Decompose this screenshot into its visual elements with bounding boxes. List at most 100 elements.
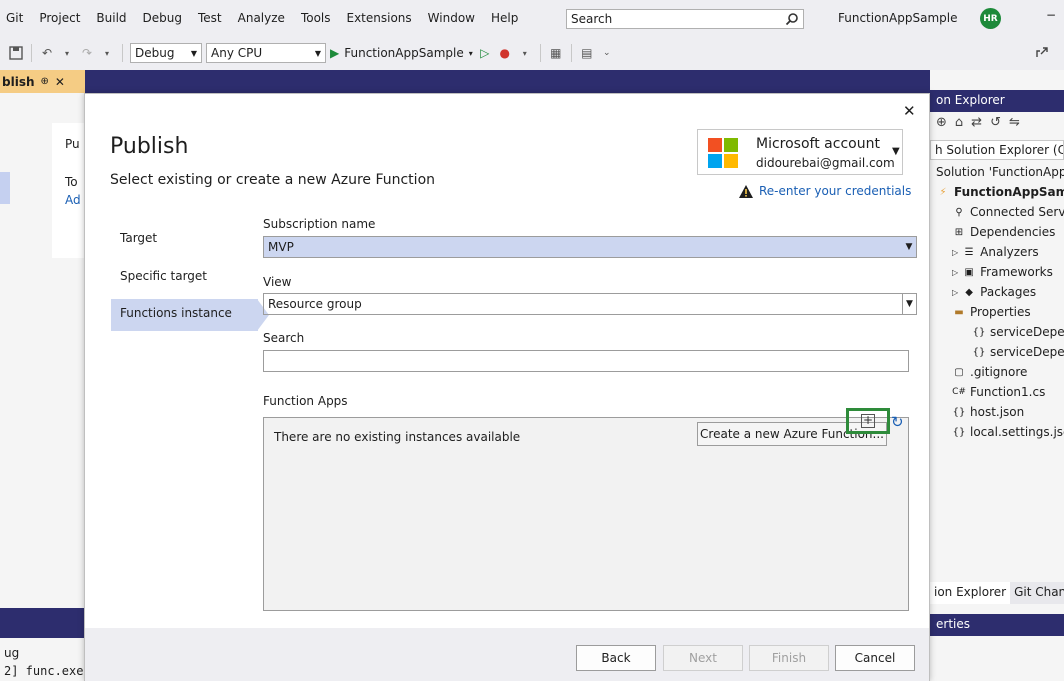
refresh-icon[interactable]: ↻	[891, 413, 904, 431]
menu-analyze[interactable]: Analyze	[230, 11, 293, 25]
tree-item-properties[interactable]: ▬ Properties	[952, 305, 1031, 319]
solution-name: FunctionAppSample	[838, 11, 958, 25]
menu-project[interactable]: Project	[31, 11, 88, 25]
solution-explorer-tabs: ion Explorer Git Chan	[930, 582, 1064, 604]
overflow-icon[interactable]: ⌄	[599, 45, 615, 61]
chevron-down-icon: ▼	[892, 146, 900, 157]
search-input[interactable]: Search	[566, 9, 804, 29]
tree-item-frameworks[interactable]: ▷ ▣ Frameworks	[952, 265, 1053, 279]
tree-item-file[interactable]: C# Function1.cs	[952, 385, 1045, 399]
tree-item-label: Solution 'FunctionApp	[936, 165, 1064, 179]
share-icon[interactable]	[1034, 44, 1050, 63]
expand-icon[interactable]: ▷	[952, 288, 958, 297]
redo-icon[interactable]: ↷	[79, 45, 95, 61]
search-icon	[785, 12, 799, 26]
tree-item-label: Analyzers	[980, 245, 1039, 259]
back-icon[interactable]: ⊕	[936, 115, 947, 130]
next-button[interactable]: Next	[663, 645, 743, 671]
output-line: 2] func.exe	[4, 664, 84, 678]
json-file-icon: {}	[952, 406, 966, 418]
nav-functions-instance[interactable]: Functions instance	[111, 299, 258, 331]
tree-item-packages[interactable]: ▷ ◆ Packages	[952, 285, 1036, 299]
tab-git-changes[interactable]: Git Chan	[1010, 582, 1064, 604]
dropdown-icon[interactable]: ▾	[99, 45, 115, 61]
toolbar-divider	[31, 44, 32, 62]
background-nav-accent	[0, 172, 10, 204]
history-icon[interactable]: ↺	[990, 115, 1001, 130]
tree-item-file[interactable]: {} serviceDeper	[972, 325, 1064, 339]
dropdown-icon[interactable]: ▾	[59, 45, 75, 61]
tree-item-file[interactable]: {} serviceDeper	[972, 345, 1064, 359]
tree-item-label: serviceDeper	[990, 345, 1064, 359]
cancel-button[interactable]: Cancel	[835, 645, 915, 671]
account-picker[interactable]: Microsoft account didourebai@gmail.com ▼	[697, 129, 903, 175]
tree-item-connected-services[interactable]: ⚲ Connected Serv	[952, 205, 1064, 219]
back-button[interactable]: Back	[576, 645, 656, 671]
tree-item-project[interactable]: ⚡ FunctionAppSamp	[936, 185, 1064, 199]
tree-item-file[interactable]: {} host.json	[952, 405, 1025, 419]
function-apps-label: Function Apps	[263, 394, 348, 408]
menu-window[interactable]: Window	[420, 11, 483, 25]
configuration-select[interactable]: Debug ▼	[130, 43, 202, 63]
tree-item-label: serviceDeper	[990, 325, 1064, 339]
close-icon[interactable]: ✕	[55, 75, 65, 89]
save-all-icon[interactable]	[8, 45, 24, 61]
add-instance-button[interactable]: +	[846, 408, 890, 434]
instance-search-input[interactable]	[263, 350, 909, 372]
switch-view-icon[interactable]: ⇄	[971, 115, 982, 130]
pin-icon[interactable]: ⊕	[41, 76, 49, 87]
undo-icon[interactable]: ↶	[39, 45, 55, 61]
reenter-credentials-link[interactable]: Re-enter your credentials	[739, 184, 911, 198]
menu-extensions[interactable]: Extensions	[339, 11, 420, 25]
tree-item-label: Properties	[970, 305, 1031, 319]
tree-item-file[interactable]: {} local.settings.jsc	[952, 425, 1064, 439]
close-icon[interactable]: ✕	[903, 102, 916, 120]
platform-select[interactable]: Any CPU ▼	[206, 43, 326, 63]
tree-item-analyzers[interactable]: ▷ ☰ Analyzers	[952, 245, 1039, 259]
output-source: ug	[4, 646, 20, 660]
nav-target[interactable]: Target	[111, 224, 261, 252]
subscription-select[interactable]: MVP ▼	[263, 236, 917, 258]
browse-icon[interactable]: ▦	[548, 45, 564, 61]
background-text: To	[65, 175, 78, 189]
account-name: Microsoft account	[756, 136, 880, 152]
background-link[interactable]: Ad	[65, 193, 81, 207]
tree-item-solution[interactable]: Solution 'FunctionApp	[936, 165, 1064, 179]
chevron-down-icon: ▼	[905, 242, 913, 252]
dropdown-icon[interactable]: ▾	[517, 45, 533, 61]
tree-item-label: FunctionAppSamp	[954, 185, 1064, 199]
expand-icon[interactable]: ▷	[952, 248, 958, 257]
minimize-icon[interactable]: −	[1046, 8, 1056, 22]
hot-reload-icon[interactable]: ●	[497, 45, 513, 61]
chevron-down-icon: ▼	[190, 48, 197, 58]
start-button[interactable]: ▶ FunctionAppSample ▾	[330, 46, 473, 60]
microsoft-logo-icon	[708, 138, 738, 168]
solution-explorer-search[interactable]: h Solution Explorer (Ctr	[930, 140, 1064, 160]
menu-build[interactable]: Build	[88, 11, 134, 25]
solution-explorer-title: on Explorer	[930, 90, 1064, 112]
tab-solution-explorer[interactable]: ion Explorer	[930, 582, 1011, 604]
tree-item-label: Packages	[980, 285, 1037, 299]
run-target-label: FunctionAppSample	[344, 46, 464, 60]
analyzers-icon: ☰	[964, 246, 974, 258]
sync-icon[interactable]: ⇋	[1009, 115, 1020, 130]
tree-item-dependencies[interactable]: ⊞ Dependencies	[952, 225, 1056, 239]
tree-item-label: Dependencies	[970, 225, 1056, 239]
expand-icon[interactable]: ▷	[952, 268, 958, 277]
layout-icon[interactable]: ▤	[579, 45, 595, 61]
view-select[interactable]: Resource group ▼	[263, 293, 917, 315]
menu-help[interactable]: Help	[483, 11, 526, 25]
tab-publish[interactable]: blish ⊕ ✕	[0, 70, 85, 93]
menu-git[interactable]: Git	[0, 11, 31, 25]
home-icon[interactable]: ⌂	[955, 115, 963, 130]
finish-button[interactable]: Finish	[749, 645, 829, 671]
avatar[interactable]: HR	[980, 8, 1001, 29]
json-file-icon: {}	[972, 346, 986, 358]
plus-icon: +	[861, 413, 875, 428]
nav-specific-target[interactable]: Specific target	[111, 262, 261, 290]
start-without-debug-icon[interactable]: ▷	[477, 45, 493, 61]
tree-item-file[interactable]: ▢ .gitignore	[952, 365, 1027, 379]
menu-tools[interactable]: Tools	[293, 11, 339, 25]
menu-debug[interactable]: Debug	[135, 11, 190, 25]
menu-test[interactable]: Test	[190, 11, 230, 25]
